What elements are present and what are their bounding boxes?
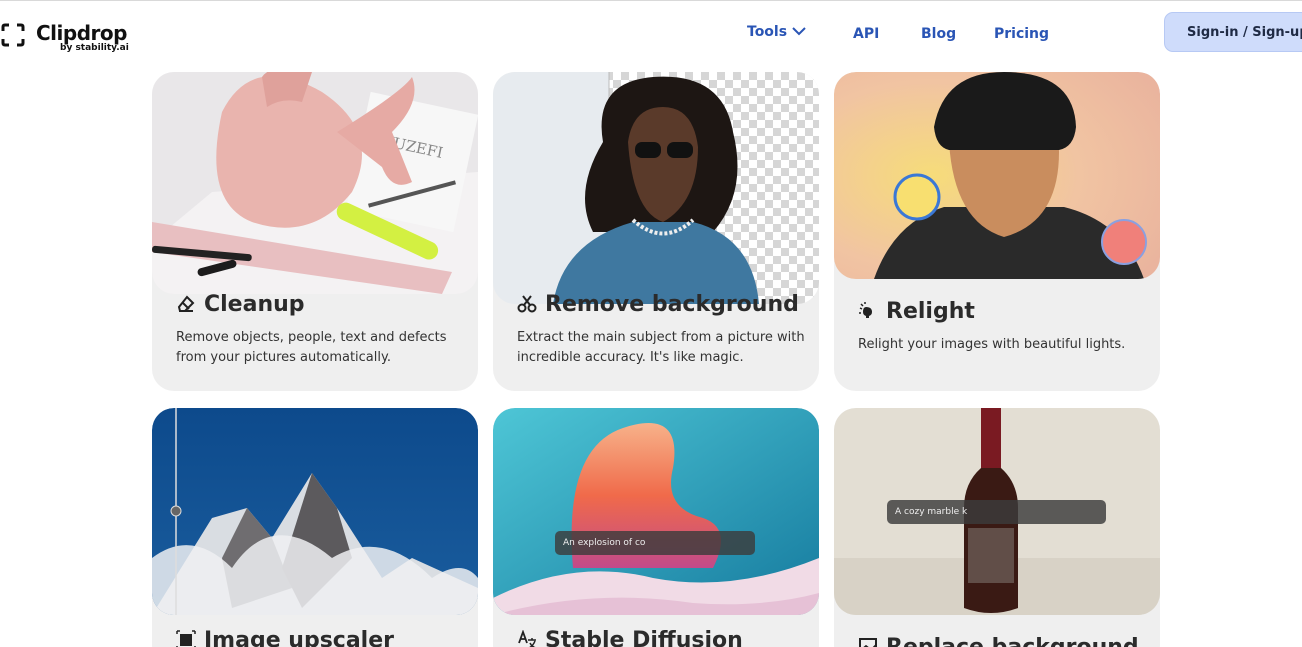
card-replace-background[interactable]: A cozy marble k Replace background <box>834 408 1160 647</box>
card-title: Cleanup <box>176 292 305 317</box>
card-title: Image upscaler <box>176 628 394 647</box>
image-upscaler-image <box>152 408 478 615</box>
image-upscaler-title: Image upscaler <box>204 628 394 647</box>
card-stable-diffusion[interactable]: An explosion of co Stable Diffusion <box>493 408 819 647</box>
prompt-field: An explosion of co <box>555 531 755 555</box>
cleanup-description: Remove objects, people, text and defects… <box>176 330 447 365</box>
relight-description: Relight your images with beautiful light… <box>858 337 1126 352</box>
translate-icon <box>518 630 536 647</box>
card-title: Remove background <box>517 292 799 317</box>
signin-button[interactable]: Sign-in / Sign-up <box>1164 12 1302 52</box>
chevron-down-icon[interactable] <box>792 26 806 36</box>
card-image-upscaler[interactable]: Image upscaler <box>152 408 478 647</box>
eraser-icon <box>177 295 195 312</box>
stable-diffusion-title: Stable Diffusion <box>545 628 743 647</box>
remove-background-description: Extract the main subject from a picture … <box>517 330 805 365</box>
logo-subtitle: by stability.ai <box>60 43 129 53</box>
nav-blog[interactable]: Blog <box>921 26 956 42</box>
cleanup-title: Cleanup <box>204 292 305 317</box>
relight-image <box>834 72 1160 279</box>
stable-diffusion-image <box>493 408 819 615</box>
replace-icon <box>859 638 877 647</box>
replace-background-title: Replace background <box>886 635 1139 647</box>
nav-api[interactable]: API <box>853 26 879 42</box>
main-nav: Tools API Blog Pricing <box>0 24 1302 44</box>
nav-pricing[interactable]: Pricing <box>994 26 1049 42</box>
nav-tools[interactable]: Tools <box>747 24 787 40</box>
remove-background-title: Remove background <box>545 292 799 317</box>
lightbulb-icon <box>859 302 872 318</box>
card-title: Relight <box>858 299 975 324</box>
card-title: Stable Diffusion <box>517 628 743 647</box>
card-remove-background[interactable]: Remove background Extract the main subje… <box>493 72 819 391</box>
card-cleanup[interactable]: YUZEFI Cleanup Remove objects, people, t… <box>152 72 478 391</box>
remove-background-image <box>493 72 819 304</box>
scissors-icon <box>517 295 537 313</box>
top-border <box>0 0 1302 1</box>
card-title: Replace background <box>858 635 1139 647</box>
cleanup-image: YUZEFI <box>152 72 478 294</box>
card-relight[interactable]: Relight Relight your images with beautif… <box>834 72 1160 391</box>
relight-title: Relight <box>886 299 975 324</box>
prompt-field: A cozy marble k <box>887 500 1106 524</box>
upscale-icon <box>176 630 196 647</box>
